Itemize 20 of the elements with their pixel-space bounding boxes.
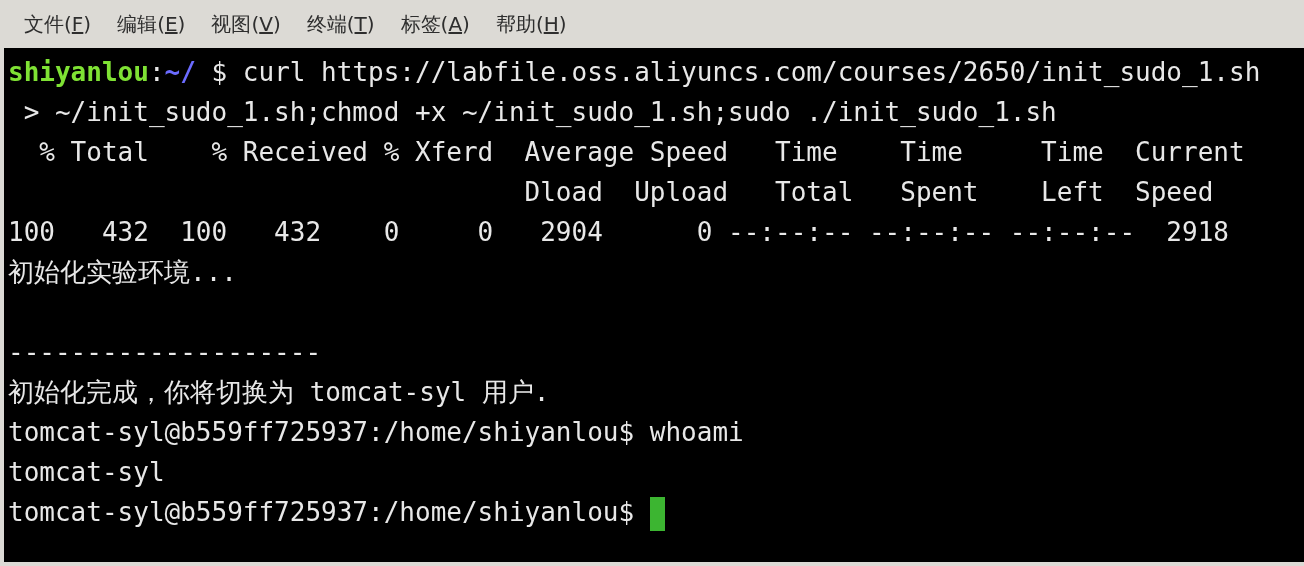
terminal-text: $ curl https://labfile.oss.aliyuncs.com/courses/2650/init_sudo_1.sh: [210, 56, 1261, 89]
menu-item[interactable]: 终端(T): [296, 6, 385, 42]
terminal-line: 100 432 100 432 0 0 2904 0 --:--:-- --:--:-- --:--:-- 2918: [8, 216, 1229, 249]
terminal-line: tomcat-syl@b559ff725937:/home/shiyanlou$ whoami: [8, 416, 744, 449]
terminal-line: 初始化实验环境...: [8, 256, 237, 289]
terminal-line: tomcat-syl: [8, 456, 165, 489]
terminal-line: --------------------: [8, 336, 322, 369]
terminal-line: > ~/init_sudo_1.sh;chmod +x ~/init_sudo_1.sh;sudo ./init_sudo_1.sh: [22, 96, 1057, 129]
menu-item[interactable]: 帮助(H): [485, 6, 577, 42]
terminal-line: 初始化完成，你将切换为 tomcat-syl 用户.: [8, 376, 550, 409]
prompt-user: shiyanlou: [8, 56, 149, 89]
terminal-line: tomcat-syl@b559ff725937:/home/shiyanlou$: [8, 496, 636, 529]
menu-item[interactable]: 标签(A): [390, 6, 480, 42]
prompt-path: ~/: [164, 56, 196, 89]
terminal-text: :: [148, 56, 165, 89]
menu-item[interactable]: 视图(V): [201, 6, 291, 42]
terminal-line: Dload Upload Total Spent Left Speed: [523, 176, 1214, 209]
menu-item[interactable]: 编辑(E): [107, 6, 196, 42]
terminal-line: % Total % Received % Xferd Average Speed Time Time Time Current: [38, 136, 1245, 169]
menu-item[interactable]: 文件(F): [14, 6, 102, 42]
